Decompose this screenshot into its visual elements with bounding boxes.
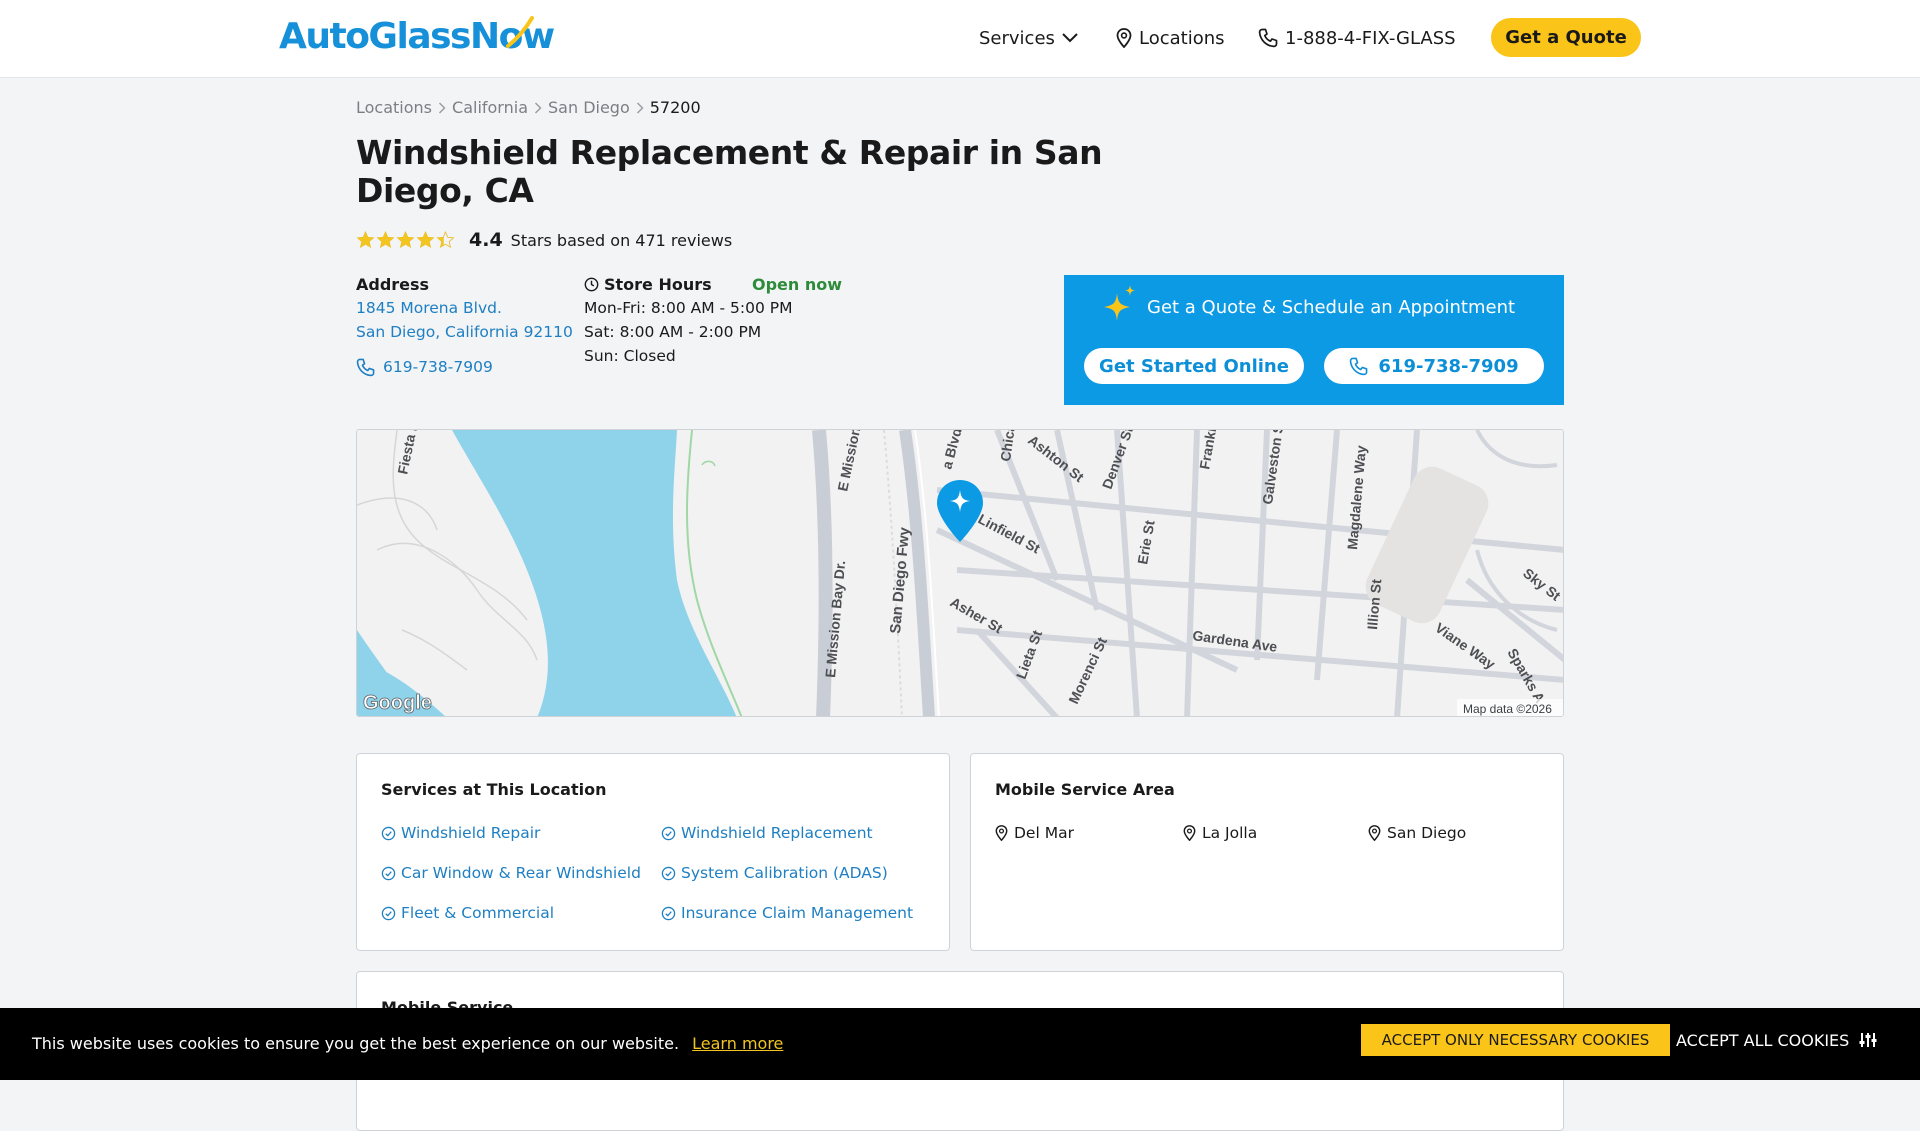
map-attribution: Map data ©2026 — [1463, 702, 1552, 716]
rating-value: 4.4 — [469, 229, 503, 251]
area-label: Del Mar — [1014, 824, 1074, 842]
service-link[interactable]: Insurance Claim Management — [661, 904, 913, 922]
address-label: Address — [356, 275, 430, 294]
rating: 4.4 Stars based on 471 reviews — [356, 229, 732, 251]
star-icon — [376, 231, 395, 249]
star-icon — [396, 231, 415, 249]
hours-line: Mon-Fri: 8:00 AM - 5:00 PM — [584, 299, 793, 317]
services-card: Services at This Location Windshield Rep… — [356, 753, 950, 951]
cookie-text: This website uses cookies to ensure you … — [32, 1034, 783, 1053]
chevron-down-icon — [1062, 33, 1078, 43]
learn-more-link[interactable]: Learn more — [692, 1034, 783, 1053]
chevron-right-icon — [534, 101, 542, 114]
address-block: Address 1845 Morena Blvd. San Diego, Cal… — [356, 275, 573, 379]
chevron-right-icon — [636, 101, 644, 114]
get-started-online-button[interactable]: Get Started Online — [1084, 348, 1304, 384]
cta-phone-label: 619-738-7909 — [1378, 355, 1519, 377]
address-phone: 619-738-7909 — [383, 358, 493, 376]
check-circle-icon — [381, 906, 396, 920]
check-circle-icon — [661, 906, 676, 920]
check-circle-icon — [661, 826, 676, 840]
service-link[interactable]: System Calibration (ADAS) — [661, 864, 888, 882]
service-link[interactable]: Windshield Repair — [381, 824, 540, 842]
settings-sliders-icon[interactable] — [1859, 1032, 1877, 1048]
location-map[interactable]: Fiesta I E Mission E Mission Bay Dr. San… — [356, 429, 1564, 717]
accept-all-cookies-label: ACCEPT ALL COOKIES — [1676, 1030, 1850, 1050]
check-circle-icon — [381, 866, 396, 880]
breadcrumb-san-diego[interactable]: San Diego — [548, 98, 630, 117]
address-line-1[interactable]: 1845 Morena Blvd. — [356, 296, 573, 320]
get-a-quote-button[interactable]: Get a Quote — [1491, 18, 1641, 57]
get-started-online-label: Get Started Online — [1099, 355, 1289, 377]
star-icon — [356, 231, 375, 249]
cta-phone-button[interactable]: 619-738-7909 — [1324, 348, 1544, 384]
service-label: Windshield Replacement — [681, 824, 873, 842]
logo-swoosh-icon — [506, 16, 534, 48]
area-label: San Diego — [1387, 824, 1467, 842]
address-phone-link[interactable]: 619-738-7909 — [356, 355, 573, 379]
accept-necessary-cookies-button[interactable]: ACCEPT ONLY NECESSARY COOKIES — [1361, 1024, 1670, 1056]
store-hours-label: Store Hours — [604, 275, 712, 294]
chevron-right-icon — [438, 101, 446, 114]
star-rating — [356, 231, 455, 249]
service-label: Insurance Claim Management — [681, 904, 914, 922]
service-area-card: Mobile Service Area Del Mar La Jolla San… — [970, 753, 1564, 951]
service-label: Windshield Repair — [401, 824, 541, 842]
accept-all-cookies-button[interactable]: ACCEPT ALL COOKIES — [1676, 1024, 1877, 1056]
nav-services-label: Services — [979, 27, 1055, 49]
area-label: La Jolla — [1202, 824, 1258, 842]
check-circle-icon — [661, 866, 676, 880]
open-status: Open now — [751, 275, 842, 294]
google-logo: Google — [363, 692, 432, 714]
quote-cta-box: Get a Quote & Schedule an Appointment Ge… — [1064, 275, 1564, 405]
site-header: AutoGlassNow Services Locations 1-888-4-… — [0, 0, 1920, 78]
nav-phone-label: 1-888-4-FIX-GLASS — [1285, 27, 1456, 49]
address-line-2[interactable]: San Diego, California 92110 — [356, 320, 573, 344]
service-label: System Calibration (ADAS) — [681, 864, 888, 882]
clock-icon — [584, 277, 599, 292]
store-hours-block: Store Hours Open now Mon-Fri: 8:00 AM - … — [584, 275, 864, 368]
breadcrumb-current: 57200 — [649, 98, 701, 117]
service-label: Fleet & Commercial — [401, 904, 555, 922]
service-link[interactable]: Car Window & Rear Windshield — [381, 864, 641, 882]
area-item: Del Mar — [995, 824, 1074, 842]
page-title: Windshield Replacement & Repair in San D… — [356, 133, 1103, 210]
service-link[interactable]: Windshield Replacement — [661, 824, 873, 842]
phone-icon — [356, 358, 375, 376]
cookie-message: This website uses cookies to ensure you … — [32, 1034, 680, 1053]
nav-phone[interactable]: 1-888-4-FIX-GLASS — [1258, 28, 1456, 49]
star-icon — [436, 231, 455, 249]
area-item: La Jolla — [1183, 824, 1257, 842]
sparkle-icon — [1104, 285, 1135, 321]
service-area-card-title: Mobile Service Area — [995, 780, 1175, 799]
nav-locations-label: Locations — [1139, 27, 1225, 49]
area-item: San Diego — [1368, 824, 1466, 842]
breadcrumb-california[interactable]: California — [452, 98, 528, 117]
location-pin-icon — [1183, 825, 1196, 841]
cookie-banner: This website uses cookies to ensure you … — [0, 1008, 1920, 1080]
star-icon — [416, 231, 435, 249]
hours-line: Sat: 8:00 AM - 2:00 PM — [584, 323, 762, 341]
hours-line: Sun: Closed — [584, 347, 676, 365]
service-link[interactable]: Fleet & Commercial — [381, 904, 554, 922]
service-label: Car Window & Rear Windshield — [401, 864, 641, 882]
nav-services[interactable]: Services — [979, 28, 1078, 49]
nav-locations[interactable]: Locations — [1116, 28, 1225, 49]
location-pin-icon — [995, 825, 1008, 841]
phone-icon — [1258, 28, 1278, 48]
check-circle-icon — [381, 826, 396, 840]
location-pin-icon — [1116, 28, 1132, 48]
breadcrumb: Locations California San Diego 57200 — [356, 98, 701, 117]
map-canvas: Fiesta I E Mission E Mission Bay Dr. San… — [357, 430, 1563, 716]
location-pin-icon — [1368, 825, 1381, 841]
phone-icon — [1350, 357, 1368, 375]
services-card-title: Services at This Location — [381, 780, 607, 799]
breadcrumb-locations[interactable]: Locations — [356, 98, 432, 117]
cta-title: Get a Quote & Schedule an Appointment — [1147, 297, 1516, 318]
rating-text: Stars based on 471 reviews — [510, 230, 733, 250]
